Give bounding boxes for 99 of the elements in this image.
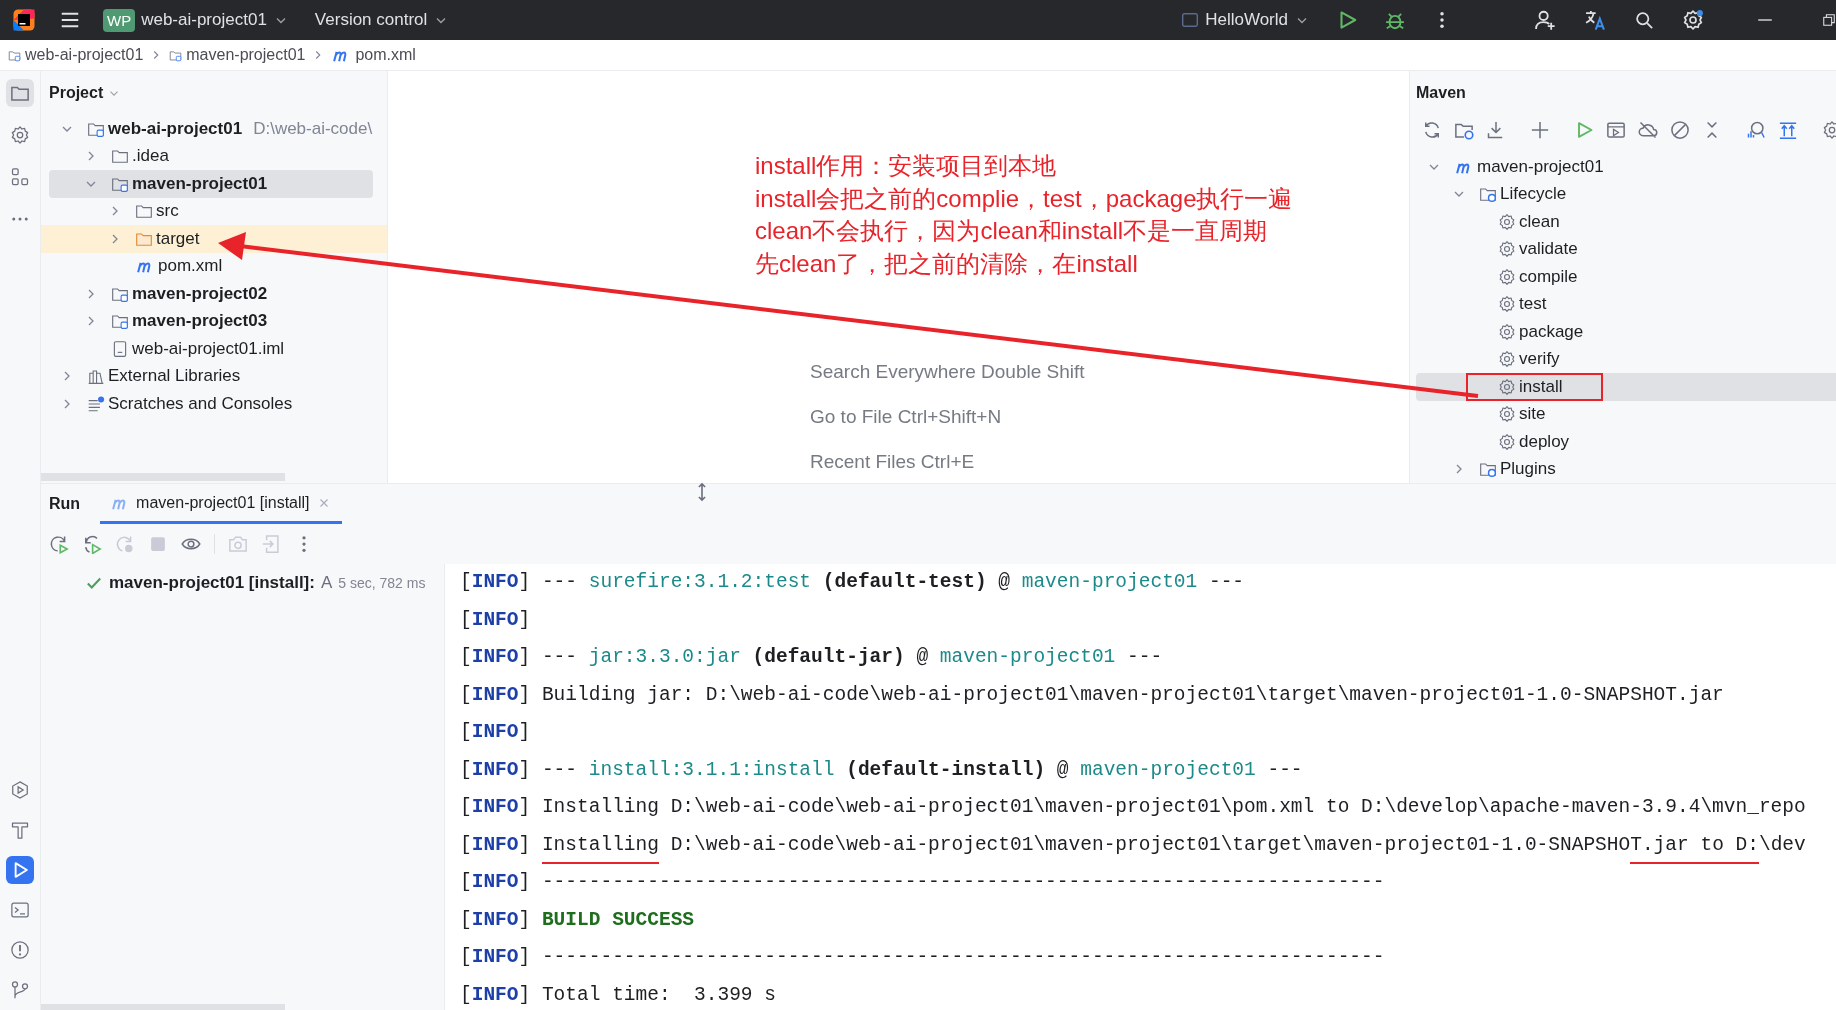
console-line: [INFO] --- install:3.1.1:install (default-install) @ maven-project01 ---	[460, 757, 1304, 783]
gear-icon	[1498, 322, 1516, 341]
restore-icon[interactable]	[1822, 13, 1836, 27]
file-icon	[111, 339, 129, 358]
tree-item[interactable]: compile	[1410, 263, 1836, 291]
console-line: [INFO]	[460, 720, 532, 745]
folder-gear-icon	[1479, 185, 1497, 204]
tree-item[interactable]: .idea	[41, 142, 387, 170]
module-folder-icon	[169, 48, 183, 62]
console-line: [INFO] --- surefire:3.1.2:test (default-test) @ maven-project01 ---	[460, 570, 1246, 595]
tree-item[interactable]: deploy	[1410, 428, 1836, 456]
gear-icon	[1498, 295, 1516, 314]
rerun-failed-icon[interactable]	[82, 534, 102, 554]
tree-item[interactable]: Lifecycle	[1410, 180, 1836, 208]
services-icon[interactable]	[10, 780, 30, 800]
refresh-icon[interactable]	[1422, 120, 1442, 140]
window-icon	[1181, 11, 1200, 29]
translate-icon[interactable]	[1584, 9, 1606, 31]
console-line: [INFO]	[460, 607, 532, 633]
gear-icon	[1498, 212, 1516, 231]
tree-item[interactable]: web-ai-project01.iml	[41, 335, 387, 363]
console-line: [INFO] Building jar: D:\web-ai-code\web-ai-project01\maven-project01\target\maven-project01-1.0-SNAPSHOT.jar	[460, 682, 1725, 708]
scratches-icon	[87, 394, 105, 413]
gear-icon	[1498, 267, 1516, 286]
annotation-text: 先clean了，把之前的清除，在install	[755, 248, 1139, 279]
console-line: [INFO] ------------------------------------------------------------------------	[460, 945, 1386, 970]
console-line: [INFO] Installing D:\web-ai-code\web-ai-project01\maven-project01\pom.xml to D:\develop\apache-maven-3.9.4\mvn_repo	[460, 795, 1807, 820]
tree-item[interactable]: maven-project01	[1410, 153, 1836, 181]
folder-gear-icon	[1479, 460, 1497, 479]
console-line: [INFO] --- jar:3.3.0:jar (default-jar) @ maven-project01 ---	[460, 645, 1164, 670]
problems-icon[interactable]	[10, 940, 30, 960]
module-folder-icon	[111, 312, 129, 331]
app-logo-icon[interactable]	[12, 8, 36, 32]
cloud-off-icon[interactable]	[1638, 120, 1658, 140]
restart-icon[interactable]	[115, 534, 135, 554]
editor-hint: Go to File Ctrl+Shift+N	[810, 405, 1003, 429]
tree-item[interactable]: clean	[1410, 208, 1836, 236]
console-line: [INFO] Installing D:\web-ai-code\web-ai-project01\maven-project01\target\maven-project01-1.0-SNAPSHOT.jar to D:\dev	[460, 826, 1836, 864]
project-switcher[interactable]: web-ai-project01	[141, 10, 267, 30]
gear-icon	[1498, 350, 1516, 369]
run-tree-item[interactable]: maven-project01 [install]: A 5 sec, 782 ms	[41, 564, 444, 602]
tree-item[interactable]: test	[1410, 290, 1836, 318]
tool-window-button[interactable]	[6, 856, 34, 884]
terminal-icon[interactable]	[10, 900, 30, 920]
gear-icon	[1498, 377, 1516, 396]
breadcrumb[interactable]: maven-project01	[169, 46, 306, 64]
analyze-icon[interactable]	[1746, 120, 1766, 140]
rerun-icon[interactable]	[49, 534, 69, 554]
tab[interactable]: maven-project01 [install]	[100, 484, 342, 524]
tree-item[interactable]: maven-project01	[49, 170, 373, 198]
structure-icon[interactable]	[10, 167, 30, 187]
git-branch-icon[interactable]	[10, 980, 30, 1000]
breadcrumb[interactable]: web-ai-project01	[8, 46, 144, 64]
show-tree-icon[interactable]	[1778, 120, 1798, 140]
panel-title: Maven	[1416, 84, 1466, 102]
skip-tests-icon[interactable]	[1670, 120, 1690, 140]
panel-title: Project	[49, 84, 104, 102]
run-window-icon[interactable]	[1606, 120, 1626, 140]
tree-item[interactable]: External Libraries	[41, 362, 387, 390]
gear-icon	[1498, 432, 1516, 451]
console-line: [INFO] ------------------------------------------------------------------------	[460, 870, 1386, 895]
tool-window-button[interactable]	[6, 79, 34, 107]
tree-item[interactable]: Plugins	[1410, 455, 1836, 483]
libraries-icon	[87, 367, 105, 386]
run-config-selector[interactable]: HelloWorld	[1205, 10, 1288, 30]
search-icon[interactable]	[1634, 10, 1654, 30]
annotation-text: install会把之前的complie，test，package执行一遍	[755, 183, 1293, 214]
tree-item[interactable]: target	[41, 225, 387, 253]
annotation-text: clean不会执行，因为clean和install不是一直周期	[755, 216, 1269, 246]
folder-icon	[135, 202, 153, 221]
console-line: [INFO] BUILD SUCCESS	[460, 907, 696, 933]
annotation-text: install作用：安装项目到本地	[755, 151, 1058, 181]
gear-icon	[1498, 240, 1516, 259]
tree-item[interactable]: install	[1416, 373, 1836, 401]
folder-icon	[111, 147, 129, 166]
console-line: [INFO] Total time: 3.399 s	[460, 982, 777, 1008]
vcs-menu[interactable]: Version control	[314, 10, 428, 30]
tree-item[interactable]: pom.xml	[41, 252, 387, 280]
gear-icon	[1498, 405, 1516, 424]
scrollbar[interactable]	[41, 1004, 285, 1010]
tree-item[interactable]: src	[41, 197, 387, 225]
tree-item[interactable]: web-ai-project01 D:\web-ai-code\	[41, 115, 387, 143]
tree-item[interactable]: Scratches and Consoles	[41, 390, 387, 418]
tree-item[interactable]: validate	[1410, 235, 1836, 263]
tree-item[interactable]: package	[1410, 318, 1836, 346]
tree-item[interactable]: site	[1410, 400, 1836, 428]
tree-item[interactable]: maven-project02	[41, 280, 387, 308]
add-user-icon[interactable]	[1534, 9, 1556, 31]
project-badge: WP	[103, 8, 136, 32]
tree-item[interactable]: maven-project03	[41, 307, 387, 335]
panel-title: Run	[49, 495, 81, 513]
module-folder-icon	[8, 48, 21, 62]
editor-hint: Recent Files Ctrl+E	[810, 450, 976, 474]
hammer-icon[interactable]	[10, 820, 30, 840]
breadcrumb[interactable]: pom.xml	[331, 45, 416, 65]
scrollbar[interactable]	[41, 473, 285, 481]
tree-item[interactable]: verify	[1410, 345, 1836, 373]
add-icon[interactable]	[1530, 120, 1550, 140]
editor-hint: Search Everywhere Double Shift	[810, 360, 1086, 384]
